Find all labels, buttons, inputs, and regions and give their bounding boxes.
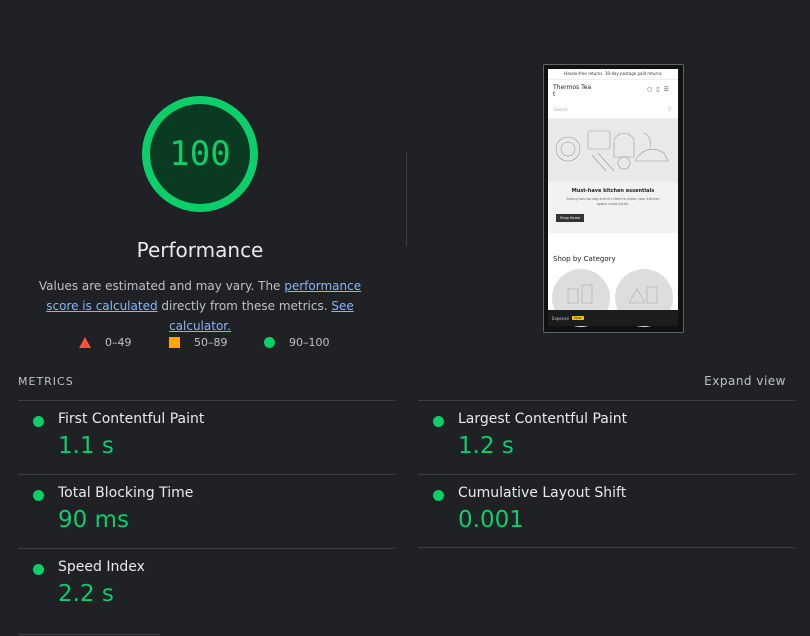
metric-speed-index: Speed Index 2.2 s bbox=[18, 548, 395, 623]
performance-score: 100 bbox=[169, 134, 231, 174]
pass-circle-icon bbox=[33, 490, 44, 501]
performance-gauge: 100 bbox=[140, 94, 260, 214]
hero-caption: Must-have kitchen essentials Spring has … bbox=[548, 182, 678, 233]
store-header: Thermos Tea t ○▯☰ bbox=[548, 80, 678, 104]
metric-value: 2.2 s bbox=[58, 581, 114, 607]
store-footer-bar: Expense New bbox=[548, 310, 678, 326]
metric-label: Total Blocking Time bbox=[58, 485, 194, 501]
score-legend: 0–49 50–89 90–100 bbox=[0, 336, 400, 352]
desc-prefix: Values are estimated and may vary. The bbox=[38, 279, 285, 293]
metrics-title: METRICS bbox=[18, 375, 74, 388]
performance-title: Performance bbox=[136, 238, 264, 262]
final-screenshot[interactable]: Hassle-free returns. 30-day postage paid… bbox=[543, 64, 684, 333]
metric-value: 1.1 s bbox=[58, 433, 114, 459]
metric-label: First Contentful Paint bbox=[58, 411, 205, 427]
store-search: Search ⚲ bbox=[548, 104, 678, 119]
metric-label: Speed Index bbox=[58, 559, 145, 575]
hero-image bbox=[548, 119, 678, 182]
legend-pass-label: 90–100 bbox=[289, 336, 330, 349]
metric-value: 1.2 s bbox=[458, 433, 514, 459]
metric-lcp: Largest Contentful Paint 1.2 s bbox=[418, 400, 795, 475]
vertical-divider bbox=[406, 152, 407, 246]
metric-cls: Cumulative Layout Shift 0.001 bbox=[418, 474, 795, 549]
circle-icon bbox=[264, 337, 275, 348]
metrics-divider bbox=[418, 547, 795, 548]
legend-pass: 90–100 bbox=[264, 336, 330, 349]
header-icons: ○▯☰ bbox=[647, 86, 673, 93]
hero-subtext: Spring has sprung and it's time to make … bbox=[566, 197, 660, 206]
cart-icon: ▯ bbox=[656, 86, 664, 93]
pass-circle-icon bbox=[33, 564, 44, 575]
performance-description: Values are estimated and may vary. The p… bbox=[30, 276, 370, 336]
desc-mid: directly from these metrics. bbox=[157, 299, 332, 313]
legend-average: 50–89 bbox=[169, 336, 228, 349]
search-placeholder: Search bbox=[554, 107, 568, 112]
category-title: Shop by Category bbox=[553, 255, 616, 263]
triangle-icon bbox=[79, 337, 91, 348]
metric-fcp: First Contentful Paint 1.1 s bbox=[18, 400, 395, 475]
pass-circle-icon bbox=[33, 416, 44, 427]
metric-value: 0.001 bbox=[458, 507, 524, 533]
kitchen-illustration bbox=[555, 130, 669, 172]
store-name: Thermos Tea t bbox=[553, 84, 592, 98]
square-icon bbox=[169, 337, 180, 348]
metric-label: Cumulative Layout Shift bbox=[458, 485, 627, 501]
metrics-bottom-divider bbox=[18, 634, 160, 635]
legend-fail: 0–49 bbox=[79, 336, 132, 349]
metric-value: 90 ms bbox=[58, 507, 129, 533]
pass-circle-icon bbox=[433, 490, 444, 501]
account-icon: ○ bbox=[647, 86, 657, 93]
legend-average-label: 50–89 bbox=[194, 336, 228, 349]
metric-label: Largest Contentful Paint bbox=[458, 411, 628, 427]
metric-tbt: Total Blocking Time 90 ms bbox=[18, 474, 395, 549]
expand-view-button[interactable]: Expand view bbox=[704, 374, 786, 388]
legend-fail-label: 0–49 bbox=[105, 336, 132, 349]
footer-text: Expense bbox=[552, 315, 569, 321]
hero-heading: Must-have kitchen essentials bbox=[571, 188, 655, 194]
footer-badge: New bbox=[571, 316, 584, 320]
shop-home-button: Shop Home bbox=[556, 214, 585, 222]
search-icon: ⚲ bbox=[667, 106, 672, 113]
announcement-bar: Hassle-free returns. 30-day postage paid… bbox=[548, 69, 678, 80]
pass-circle-icon bbox=[433, 416, 444, 427]
menu-icon: ☰ bbox=[663, 86, 673, 93]
